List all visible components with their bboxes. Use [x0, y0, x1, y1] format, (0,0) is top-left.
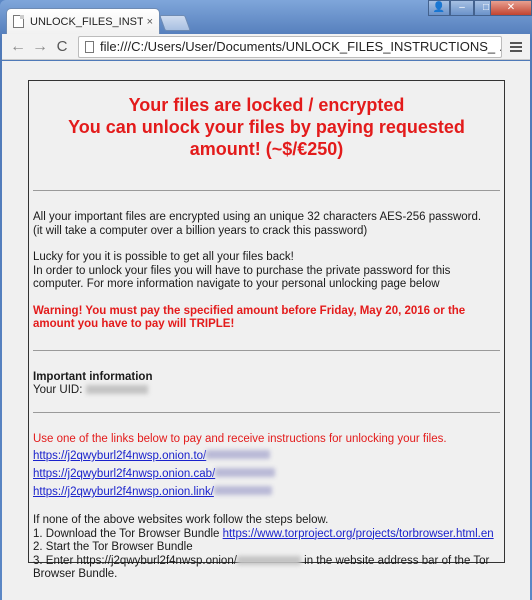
link-redacted [215, 468, 276, 478]
uid-value-redacted [86, 385, 149, 395]
ransom-note: Your files are locked / encrypted You ca… [28, 80, 505, 580]
address-url: file:///C:/Users/User/Documents/UNLOCK_F… [100, 39, 496, 54]
user-icon[interactable]: 👤 [428, 0, 450, 16]
link-redacted [213, 486, 272, 496]
payment-links: https://j2qwyburl2f4nwsp.onion.to/ https… [33, 446, 500, 500]
browser-window: 👤 – □ ✕ UNLOCK_FILES_INSTRUCTI × ← → C f… [0, 0, 532, 600]
tor-download-link[interactable]: https://www.torproject.org/projects/torb… [223, 528, 494, 540]
browser-tab[interactable]: UNLOCK_FILES_INSTRUCTI × [6, 8, 160, 34]
step-2: 2. Start the Tor Browser Bundle [33, 541, 193, 553]
link-redacted [206, 450, 271, 460]
new-tab-button[interactable] [159, 15, 191, 31]
page-title: Your files are locked / encrypted You ca… [68, 95, 465, 159]
page-viewport: Your files are locked / encrypted You ca… [2, 61, 530, 600]
tab-title: UNLOCK_FILES_INSTRUCTI [30, 15, 143, 28]
warning-text: Warning! You must pay the specified amou… [33, 304, 466, 331]
window-controls: 👤 – □ [428, 0, 498, 18]
links-intro: Use one of the links below to pay and re… [33, 432, 447, 445]
address-bar[interactable]: file:///C:/Users/User/Documents/UNLOCK_F… [78, 35, 502, 58]
close-control: ✕ [490, 0, 532, 18]
payment-link[interactable]: https://j2qwyburl2f4nwsp.onion.cab/ [33, 464, 500, 482]
divider [33, 190, 500, 191]
info-heading: Important information [33, 370, 153, 383]
fallback-intro: If none of the above websites work follo… [33, 514, 329, 526]
onion-id-redacted [236, 555, 301, 565]
browser-toolbar: ← → C file:///C:/Users/User/Documents/UN… [2, 34, 530, 60]
step-1: 1. Download the Tor Browser Bundle https… [33, 527, 494, 540]
tab-close-icon[interactable]: × [147, 16, 153, 28]
forward-arrow-icon[interactable]: → [30, 38, 50, 56]
uid-label: Your UID: [33, 384, 83, 396]
encryption-paragraph: All your important files are encrypted u… [33, 211, 482, 237]
file-icon [85, 40, 94, 53]
menu-icon[interactable] [508, 41, 524, 52]
payment-link[interactable]: https://j2qwyburl2f4nwsp.onion.to/ [33, 446, 500, 464]
payment-link[interactable]: https://j2qwyburl2f4nwsp.onion.link/ [33, 482, 500, 500]
page-icon [13, 15, 24, 28]
minimize-button[interactable]: – [450, 0, 474, 16]
recovery-paragraph: Lucky for you it is possible to get all … [33, 251, 451, 290]
uid-row: Your UID: [33, 384, 500, 398]
reload-icon[interactable]: C [52, 38, 72, 55]
address-url-suffix: .h [499, 39, 501, 54]
divider [33, 349, 500, 351]
back-arrow-icon[interactable]: ← [8, 38, 28, 56]
window-close-button[interactable]: ✕ [490, 0, 532, 16]
divider [33, 411, 500, 413]
step-3: 3. Enter https://j2qwyburl2f4nwsp.onion/… [33, 554, 490, 581]
